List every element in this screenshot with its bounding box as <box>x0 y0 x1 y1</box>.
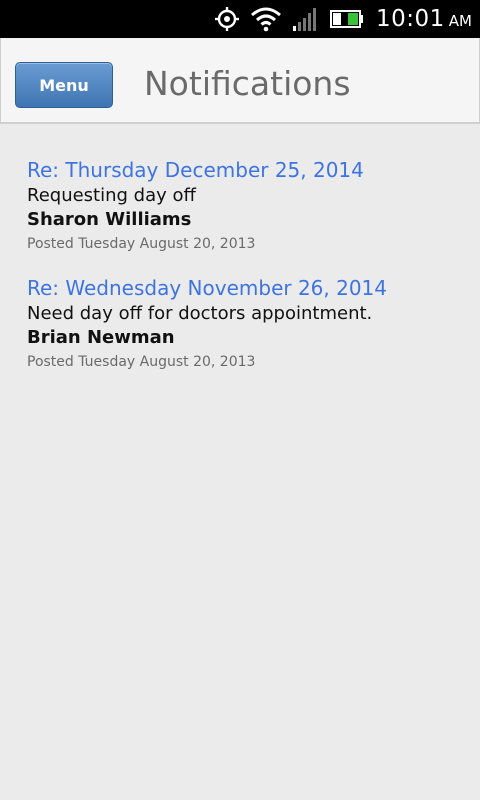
clock-ampm: AM <box>448 12 472 30</box>
notification-author: Sharon Williams <box>27 209 192 230</box>
clock: 10:01 AM <box>376 6 472 32</box>
wifi-icon <box>250 6 282 32</box>
gps-icon <box>214 6 240 32</box>
notification-author: Brian Newman <box>27 327 175 348</box>
notification-item: Re: Wednesday November 26, 2014 Need day… <box>27 275 470 374</box>
status-icons: 10:01 AM <box>204 0 472 38</box>
notification-list: Re: Thursday December 25, 2014 Requestin… <box>27 157 470 393</box>
notification-posted-date: Posted Tuesday August 20, 2013 <box>27 354 256 370</box>
battery-icon <box>330 8 364 30</box>
notification-posted-date: Posted Tuesday August 20, 2013 <box>27 236 256 252</box>
status-bar: 10:01 AM <box>0 0 480 38</box>
page-title: Notifications <box>144 64 351 103</box>
signal-icon <box>292 6 320 32</box>
notification-message: Need day off for doctors appointment. <box>27 303 373 324</box>
notification-message: Requesting day off <box>27 185 196 206</box>
menu-button[interactable]: Menu <box>15 62 113 108</box>
notification-subject-link[interactable]: Re: Thursday December 25, 2014 <box>27 157 470 184</box>
header: Menu Notifications <box>0 38 480 124</box>
notification-subject-link[interactable]: Re: Wednesday November 26, 2014 <box>27 275 470 302</box>
clock-time: 10:01 <box>376 6 445 32</box>
notification-item: Re: Thursday December 25, 2014 Requestin… <box>27 157 470 256</box>
